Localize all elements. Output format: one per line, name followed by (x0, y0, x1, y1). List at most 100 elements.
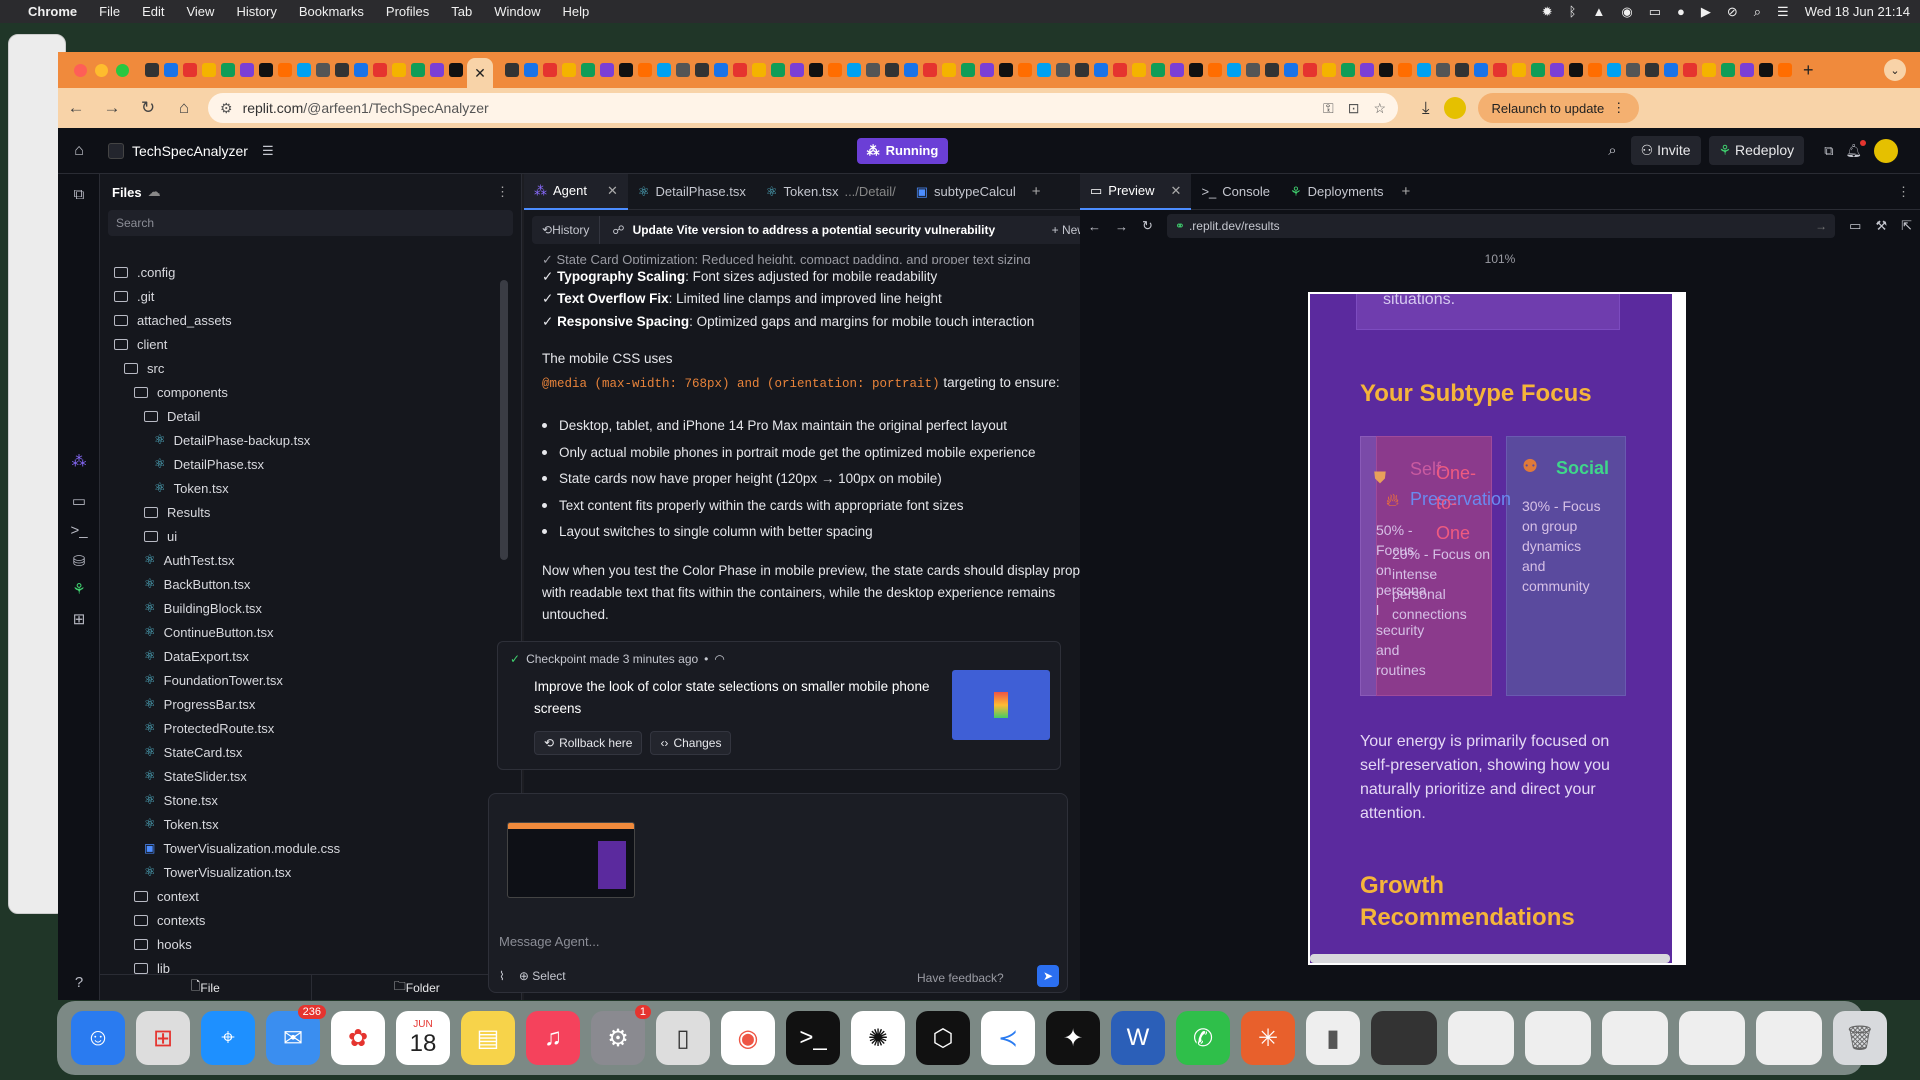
file-tree-item[interactable]: ⚛ TowerVisualization.tsx (144, 860, 291, 884)
tab-favicon-icon[interactable] (904, 63, 918, 77)
menu-help[interactable]: Help (563, 4, 590, 19)
address-bar[interactable]: ⚙ replit.com/@arfeen1/TechSpecAnalyzer ⚿… (208, 93, 1398, 123)
tab-favicon-icon[interactable] (1436, 63, 1450, 77)
file-tree-item[interactable]: ⚛ ProtectedRoute.tsx (144, 716, 274, 740)
devtools-icon[interactable]: ⚒ (1875, 218, 1887, 234)
home-icon[interactable]: ⌂ (166, 98, 202, 118)
tab-favicon-icon[interactable] (449, 63, 463, 77)
user-icon[interactable]: ● (1677, 4, 1685, 19)
downloads-icon[interactable]: ⤓ (1422, 98, 1430, 118)
tab-token[interactable]: ⚛ Token.tsx .../Detail/ (756, 174, 906, 210)
tab-favicon-icon[interactable] (278, 63, 292, 77)
new-tab-button[interactable]: + (1803, 60, 1814, 81)
file-tree-item[interactable]: ui (144, 524, 177, 548)
preview-url-input[interactable]: ⚭ .replit.dev/results → (1166, 214, 1836, 238)
tab-favicon-icon[interactable] (1303, 63, 1317, 77)
rollback-button[interactable]: ⟲ Rollback here (534, 731, 643, 755)
device-icon[interactable]: ▭ (1849, 218, 1861, 234)
tab-favicon-icon[interactable] (1056, 63, 1070, 77)
file-tree-item[interactable]: context (134, 884, 199, 908)
tab-favicon-icon[interactable] (430, 63, 444, 77)
file-tree-scrollbar[interactable] (500, 280, 508, 560)
zoom-window-button[interactable] (116, 63, 129, 77)
tab-favicon-icon[interactable] (335, 63, 349, 77)
photos-icon[interactable]: ✿ (331, 1011, 385, 1065)
tab-favicon-icon[interactable] (1265, 63, 1279, 77)
tab-favicon-icon[interactable] (1189, 63, 1203, 77)
file-tree-item[interactable]: hooks (134, 932, 192, 956)
menu-window[interactable]: Window (494, 4, 540, 19)
close-window-button[interactable] (74, 63, 87, 77)
tab-favicon-icon[interactable] (240, 63, 254, 77)
menu-bookmarks[interactable]: Bookmarks (299, 4, 364, 19)
tab-favicon-icon[interactable] (1702, 63, 1716, 77)
file-tree-item[interactable]: ⚛ StateCard.tsx (144, 740, 242, 764)
message-input[interactable]: Message Agent... (499, 934, 599, 949)
file-tree-item[interactable]: ⚛ AuthTest.tsx (144, 548, 234, 572)
file-tree-item[interactable]: ⚛ DetailPhase.tsx (154, 452, 264, 476)
tab-deployments[interactable]: ⚘ Deployments (1280, 174, 1394, 210)
files-tool-icon[interactable]: ⧉ (69, 186, 89, 203)
word-icon[interactable]: W (1111, 1011, 1165, 1065)
project-switcher-icon[interactable]: ☰ (262, 143, 274, 159)
menu-file[interactable]: File (99, 4, 120, 19)
menubar-clock[interactable]: Wed 18 Jun 21:14 (1805, 4, 1910, 19)
site-info-icon[interactable]: ⚙ (220, 100, 233, 117)
whatsapp-icon[interactable]: ✆ (1176, 1011, 1230, 1065)
tab-favicon-icon[interactable] (1455, 63, 1469, 77)
history-button[interactable]: ⟲ History (532, 216, 601, 244)
tab-favicon-icon[interactable] (1208, 63, 1222, 77)
back-arrow-icon[interactable]: ← (58, 98, 94, 118)
tab-favicon-icon[interactable] (1740, 63, 1754, 77)
project-name[interactable]: TechSpecAnalyzer (132, 143, 248, 159)
recent-window-6[interactable] (1756, 1011, 1822, 1065)
attached-screenshot[interactable] (507, 822, 635, 898)
redeploy-button[interactable]: ⚘ Redeploy (1708, 136, 1805, 165)
tab-favicon-icon[interactable] (619, 63, 633, 77)
cube-app-icon[interactable]: ⬡ (916, 1011, 970, 1065)
console-tool-icon[interactable]: >_ (69, 522, 89, 539)
menu-edit[interactable]: Edit (142, 4, 164, 19)
invite-button[interactable]: ⚇ Invite (1630, 136, 1701, 165)
file-tree-item[interactable]: ⚛ DataExport.tsx (144, 644, 249, 668)
tab-favicon-icon[interactable] (1759, 63, 1773, 77)
minimize-window-button[interactable] (95, 63, 108, 77)
tab-favicon-icon[interactable] (1322, 63, 1336, 77)
tab-favicon-icon[interactable] (771, 63, 785, 77)
tab-favicon-icon[interactable] (980, 63, 994, 77)
file-tree-item[interactable]: Detail (144, 404, 200, 428)
preview-forward-icon[interactable]: → (1115, 219, 1128, 234)
bookmark-star-icon[interactable]: ☆ (1373, 100, 1386, 117)
file-tree-item[interactable]: attached_assets (114, 308, 232, 332)
file-tree-item[interactable]: src (124, 356, 164, 380)
pinned-tabs-right[interactable] (505, 63, 1795, 77)
file-tree-item[interactable]: client (114, 332, 167, 356)
files-search-input[interactable]: Search (108, 210, 513, 236)
menu-tab[interactable]: Tab (451, 4, 472, 19)
tab-favicon-icon[interactable] (885, 63, 899, 77)
tab-favicon-icon[interactable] (1341, 63, 1355, 77)
add-preview-tab-icon[interactable]: + (1402, 183, 1411, 200)
tab-favicon-icon[interactable] (259, 63, 273, 77)
tab-favicon-icon[interactable] (790, 63, 804, 77)
mute-icon[interactable]: ⊘ (1727, 4, 1738, 20)
notifications-bell-icon[interactable]: 🔔︎ (1845, 139, 1866, 159)
tab-favicon-icon[interactable] (1645, 63, 1659, 77)
tab-subtypecalcul[interactable]: ▣ subtypeCalcul (906, 174, 1026, 210)
file-tree-item[interactable]: .config (114, 260, 175, 284)
file-tree-item[interactable]: contexts (134, 908, 205, 932)
tab-favicon-icon[interactable] (1626, 63, 1640, 77)
brightness-icon[interactable]: ✹ (1542, 4, 1553, 20)
tab-favicon-icon[interactable] (1037, 63, 1051, 77)
menubar-app-name[interactable]: Chrome (28, 4, 77, 19)
agent-tool-icon[interactable]: ⁂ (69, 452, 89, 470)
tab-agent[interactable]: ⁂ Agent ✕ (524, 173, 628, 210)
preview-tool-icon[interactable]: ▭ (69, 492, 89, 510)
help-icon[interactable]: ? (69, 974, 89, 991)
vscode-icon[interactable]: ≺ (981, 1011, 1035, 1065)
tab-favicon-icon[interactable] (1417, 63, 1431, 77)
file-tree-item[interactable]: .git (114, 284, 154, 308)
recent-window-1[interactable] (1371, 1011, 1437, 1065)
all-tools-icon[interactable]: ⊞ (69, 610, 89, 628)
tab-favicon-icon[interactable] (1113, 63, 1127, 77)
